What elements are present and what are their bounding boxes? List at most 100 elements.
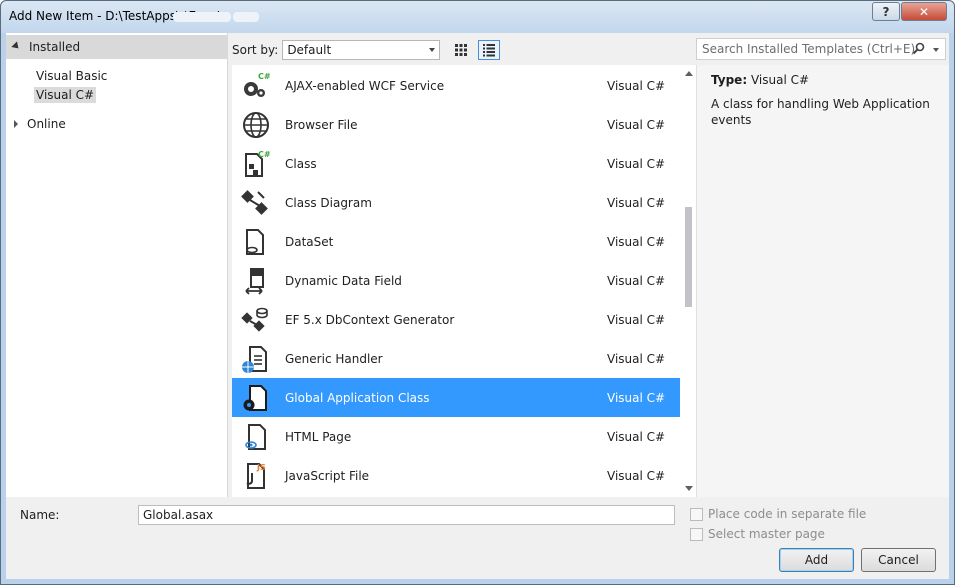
search-placeholder: Search Installed Templates (Ctrl+E)	[702, 42, 916, 56]
template-language: Visual C#	[607, 195, 666, 210]
template-row[interactable]: C# Class Visual C#	[232, 144, 680, 183]
template-row[interactable]: Generic Handler Visual C#	[232, 339, 680, 378]
ef-generator-icon	[241, 307, 268, 332]
template-name: DataSet	[285, 234, 334, 249]
checkbox-box	[690, 507, 703, 521]
tree-node-installed[interactable]: Installed	[6, 35, 228, 59]
dynamic-data-field-icon	[245, 267, 264, 295]
template-row[interactable]: EF 5.x DbContext Generator Visual C#	[232, 300, 680, 339]
template-list: C# AJAX-enabled WCF Service Visual C# Br…	[232, 65, 680, 497]
template-details-panel: Type: Visual C# A class for handling Web…	[696, 65, 949, 497]
type-label: Type:	[711, 73, 748, 87]
svg-text:JS: JS	[256, 463, 266, 472]
tree-node-visual-basic[interactable]: Visual Basic	[34, 68, 109, 84]
template-row[interactable]: C# AJAX-enabled WCF Service Visual C#	[232, 66, 680, 105]
class-icon: C#	[245, 150, 270, 177]
sort-dropdown[interactable]: Default	[282, 40, 441, 60]
help-button[interactable]: ?	[872, 2, 900, 21]
dropdown-arrow-icon	[429, 48, 436, 52]
type-line: Type: Visual C#	[711, 73, 809, 87]
close-button[interactable]: ✕	[901, 2, 947, 21]
master-page-label: Select master page	[708, 527, 825, 541]
expand-triangle-icon	[11, 41, 22, 52]
template-name: AJAX-enabled WCF Service	[285, 78, 445, 93]
list-view-button[interactable]	[478, 40, 501, 60]
template-name: HTML Page	[285, 429, 352, 444]
select-master-page-checkbox: Select master page	[690, 527, 825, 541]
template-language: Visual C#	[607, 468, 666, 483]
template-name: JavaScript File	[285, 468, 370, 483]
checkbox-box	[690, 527, 703, 541]
class-diagram-icon	[241, 189, 268, 215]
svg-text:C#: C#	[258, 150, 270, 159]
scroll-thumb[interactable]	[685, 207, 692, 307]
collapsed-triangle-icon	[14, 120, 18, 128]
place-code-label: Place code in separate file	[708, 507, 867, 521]
search-options-arrow-icon[interactable]	[933, 48, 939, 52]
grid-view-icon	[455, 44, 468, 56]
tree-node-visual-csharp[interactable]: Visual C#	[34, 87, 97, 103]
template-name: Class Diagram	[285, 195, 372, 210]
cancel-button[interactable]: Cancel	[861, 548, 936, 572]
template-description: A class for handling Web Application eve…	[711, 97, 930, 127]
template-row[interactable]: Dynamic Data Field Visual C#	[232, 261, 680, 300]
template-row[interactable]: Class Diagram Visual C#	[232, 183, 680, 222]
html-page-icon	[245, 423, 266, 450]
template-name: Generic Handler	[285, 351, 383, 366]
global-application-class-icon	[243, 384, 267, 411]
svg-text:C#: C#	[258, 72, 270, 81]
search-templates-input[interactable]: Search Installed Templates (Ctrl+E)	[696, 38, 946, 60]
type-value: Visual C#	[750, 73, 810, 87]
browser-file-icon	[243, 111, 269, 138]
sort-by-label: Sort by:	[232, 43, 279, 57]
place-code-checkbox: Place code in separate file	[690, 507, 866, 521]
category-tree: Installed Visual Basic Visual C# Online	[6, 33, 228, 497]
template-name: Class	[285, 156, 317, 171]
sort-value: Default	[287, 43, 332, 57]
add-button-label: Add	[804, 553, 829, 567]
template-language: Visual C#	[607, 273, 666, 288]
template-row[interactable]: HTML Page Visual C#	[232, 417, 680, 456]
scroll-down-arrow-icon[interactable]	[685, 486, 693, 491]
list-view-icon	[483, 44, 496, 57]
redaction-mark	[173, 12, 231, 22]
online-label: Online	[27, 117, 66, 131]
close-icon: ✕	[918, 4, 930, 19]
wcf-service-icon: C#	[244, 72, 270, 97]
file-name-input[interactable]: Global.asax	[138, 505, 675, 525]
template-language: Visual C#	[607, 156, 666, 171]
cancel-button-label: Cancel	[878, 553, 919, 567]
template-language: Visual C#	[607, 312, 666, 327]
name-label: Name:	[20, 508, 60, 522]
sort-toolbar: Sort by: Default	[232, 39, 501, 61]
template-name: Global Application Class	[285, 390, 430, 405]
template-row-selected[interactable]: Global Application Class Visual C#	[232, 378, 680, 417]
template-language: Visual C#	[607, 234, 666, 249]
grid-view-button[interactable]	[450, 40, 472, 60]
tree-node-online[interactable]: Online	[14, 117, 66, 131]
javascript-file-icon: JS	[246, 462, 266, 489]
template-language: Visual C#	[607, 78, 666, 93]
template-row[interactable]: Browser File Visual C#	[232, 105, 680, 144]
dataset-icon	[246, 228, 264, 255]
template-name: EF 5.x DbContext Generator	[285, 312, 455, 327]
dialog-client-area: Installed Visual Basic Visual C# Online …	[6, 33, 949, 579]
template-row[interactable]: JS JavaScript File Visual C#	[232, 456, 680, 495]
template-list-scrollbar[interactable]	[680, 65, 697, 497]
template-language: Visual C#	[607, 429, 666, 444]
template-language: Visual C#	[607, 351, 666, 366]
title-bar: Add New Item - D:\TestApps\ tError\ ? ✕	[1, 1, 954, 33]
template-name: Browser File	[285, 117, 358, 132]
template-language: Visual C#	[607, 117, 666, 132]
installed-label: Installed	[29, 40, 81, 54]
template-row[interactable]: DataSet Visual C#	[232, 222, 680, 261]
add-new-item-dialog: Add New Item - D:\TestApps\ tError\ ? ✕ …	[0, 0, 955, 585]
search-icon[interactable]	[912, 42, 925, 55]
template-name: Dynamic Data Field	[285, 273, 402, 288]
template-language: Visual C#	[607, 390, 666, 405]
help-icon: ?	[882, 4, 890, 19]
add-button[interactable]: Add	[779, 548, 854, 572]
redaction-mark	[233, 12, 259, 22]
generic-handler-icon	[242, 345, 267, 373]
scroll-up-arrow-icon[interactable]	[685, 71, 693, 76]
